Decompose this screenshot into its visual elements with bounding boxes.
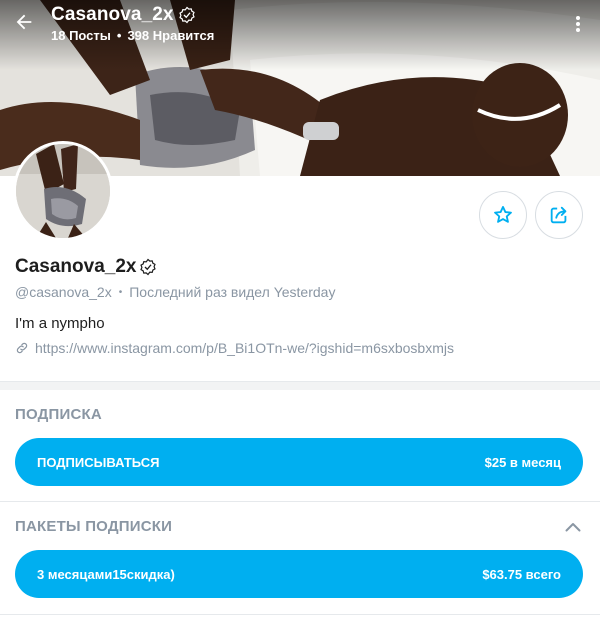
more-vertical-icon: [576, 16, 580, 32]
arrow-left-icon: [16, 14, 32, 30]
meta-separator: •: [118, 286, 123, 298]
top-bar: Casanova_2x 18 Посты • 398 Нравится: [0, 0, 600, 50]
share-button[interactable]: [535, 191, 583, 239]
section-separator: [0, 614, 600, 615]
subscribe-button[interactable]: ПОДПИСЫВАТЬСЯ $25 в месяц: [15, 438, 583, 486]
back-button[interactable]: [8, 6, 40, 38]
likes-count: 398 Нравится: [127, 28, 215, 43]
avatar-image: [16, 144, 110, 238]
bundles-title: ПАКЕТЫ ПОДПИСКИ: [15, 518, 173, 535]
bundle-label: 3 месяцами15скидка): [37, 566, 175, 582]
link-icon: [16, 342, 28, 354]
profile-handle: @casanova_2x: [15, 284, 112, 300]
profile-link[interactable]: https://www.instagram.com/p/B_Bi1OTn-we/…: [15, 340, 454, 356]
profile-link-text: https://www.instagram.com/p/B_Bi1OTn-we/…: [35, 340, 454, 356]
chevron-up-icon: [565, 523, 581, 532]
subscription-title: ПОДПИСКА: [15, 406, 102, 423]
subscribe-button-price: $25 в месяц: [484, 454, 561, 470]
header-stats: 18 Посты • 398 Нравится: [51, 28, 214, 43]
stats-separator: •: [116, 28, 122, 43]
profile-bio: I'm a nympho: [15, 315, 105, 332]
more-options-button[interactable]: [566, 10, 590, 38]
profile-meta: @casanova_2x • Последний раз видел Yeste…: [15, 284, 335, 300]
bundles-collapse-button[interactable]: [562, 516, 584, 538]
favorite-button[interactable]: [479, 191, 527, 239]
verified-badge-icon: [140, 258, 157, 276]
avatar[interactable]: [13, 141, 113, 241]
posts-count: 18 Посты: [51, 28, 111, 43]
section-separator: [0, 501, 600, 502]
header-title-block: Casanova_2x 18 Посты • 398 Нравится: [51, 4, 214, 43]
verified-badge-icon: [178, 6, 195, 24]
profile-name: Casanova_2x: [15, 256, 137, 277]
header-title: Casanova_2x: [51, 4, 174, 25]
profile-name-row: Casanova_2x: [15, 256, 157, 278]
bundle-button[interactable]: 3 месяцами15скидка) $63.75 всего: [15, 550, 583, 598]
share-icon: [550, 206, 567, 224]
last-seen: Последний раз видел Yesterday: [129, 284, 336, 300]
subscribe-button-label: ПОДПИСЫВАТЬСЯ: [37, 454, 160, 470]
bundle-price: $63.75 всего: [482, 566, 561, 582]
star-icon: [494, 206, 512, 223]
section-divider: [0, 381, 600, 390]
